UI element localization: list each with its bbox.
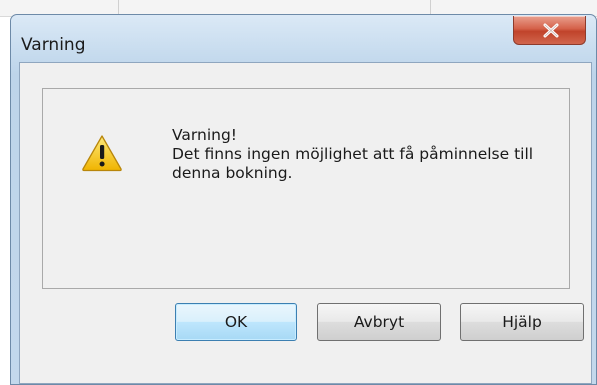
dialog-client-area: Varning! Det finns ingen möjlighet att f… [19, 62, 592, 384]
message-line: denna bokning. [172, 164, 293, 182]
message-panel: Varning! Det finns ingen möjlighet att f… [42, 88, 570, 289]
dialog-title: Varning [21, 35, 86, 55]
message-line: Det finns ingen möjlighet att få påminne… [172, 145, 534, 163]
message-heading: Varning! [172, 126, 238, 144]
help-button[interactable]: Hjälp [460, 303, 584, 341]
ok-button[interactable]: OK [175, 303, 297, 341]
cancel-button[interactable]: Avbryt [317, 303, 441, 341]
warning-message: Varning! Det finns ingen möjlighet att f… [172, 126, 562, 183]
warning-icon [82, 135, 122, 172]
close-button[interactable] [513, 16, 586, 45]
warning-dialog: Varning Varning! Det finns ingen möjligh… [10, 14, 597, 385]
close-icon [543, 23, 559, 38]
